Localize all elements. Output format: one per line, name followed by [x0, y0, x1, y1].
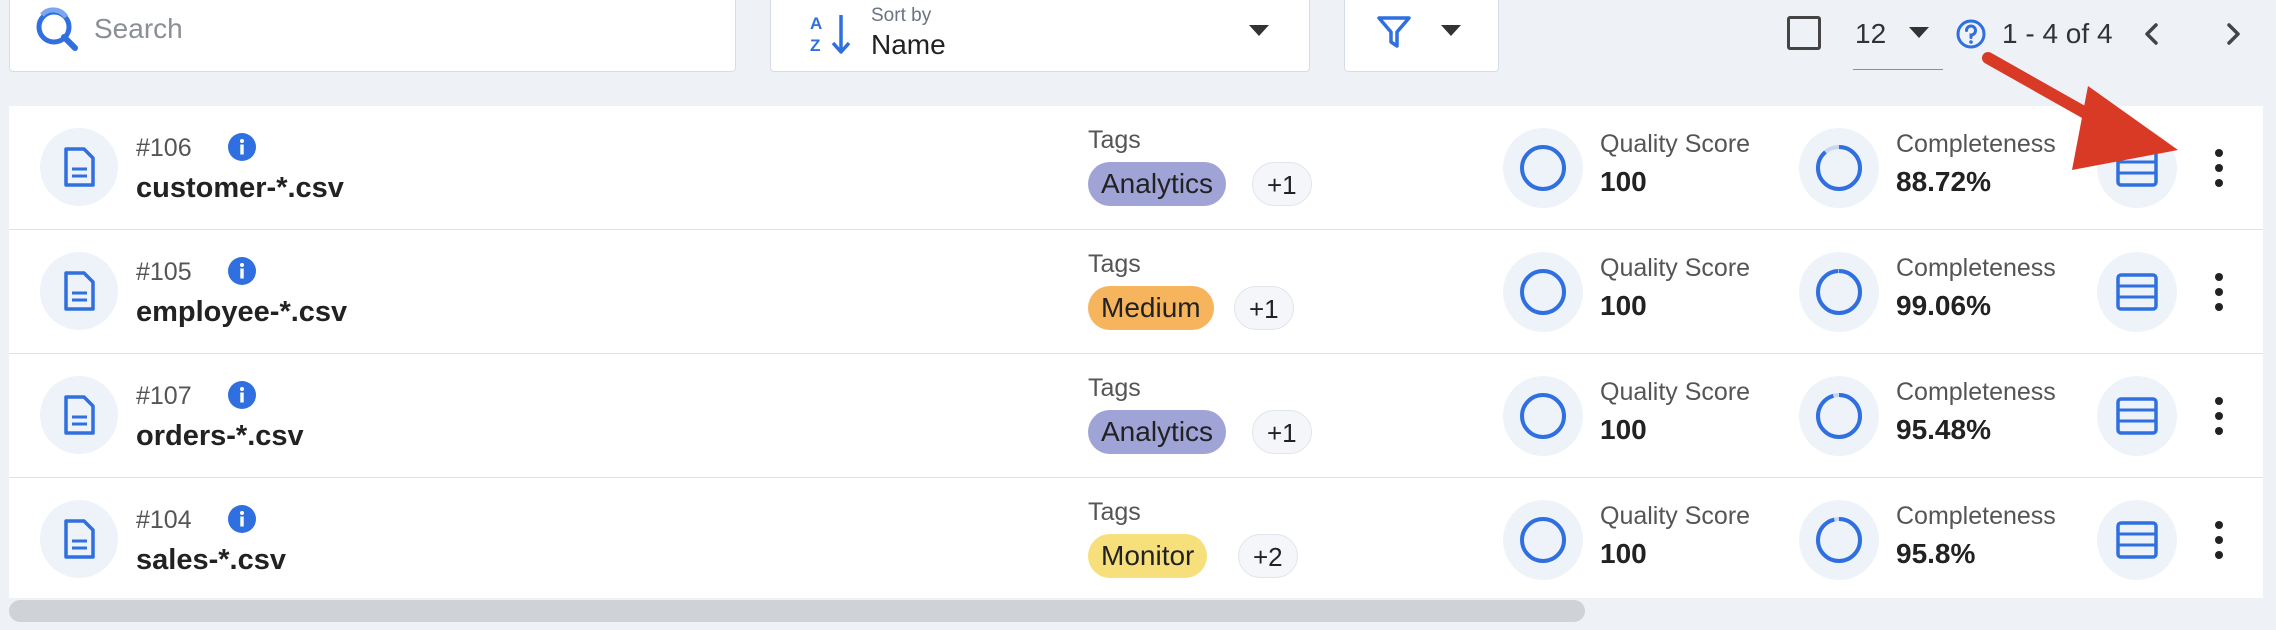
info-icon[interactable] [227, 256, 257, 286]
info-icon[interactable] [227, 504, 257, 534]
horizontal-scrollbar[interactable] [9, 600, 2263, 622]
pagination-range: 1 - 4 of 4 [2002, 18, 2113, 49]
completeness-ring-icon [1799, 376, 1879, 456]
container-id: #106 [136, 134, 192, 162]
completeness-label: Completeness [1896, 502, 2056, 530]
container-name[interactable]: sales-*.csv [136, 544, 286, 577]
search-logo-icon [36, 7, 78, 51]
completeness-value: 88.72% [1896, 166, 1991, 197]
more-options-icon[interactable] [2205, 146, 2233, 190]
quality-score-ring-icon [1503, 500, 1583, 580]
completeness-label: Completeness [1896, 378, 2056, 406]
sort-az-icon: A Z [810, 14, 851, 55]
quality-score-value: 100 [1600, 166, 1647, 197]
quality-score-label: Quality Score [1600, 502, 1751, 530]
filter-button[interactable] [1344, 0, 1499, 72]
tag-chip[interactable]: Monitor [1088, 534, 1208, 578]
quality-score-ring-icon [1503, 128, 1583, 208]
container-name[interactable]: employee-*.csv [136, 296, 347, 329]
per-page-value: 12 [1855, 18, 1887, 49]
tag-chip[interactable]: Medium [1088, 286, 1214, 330]
quality-score-label: Quality Score [1600, 378, 1751, 406]
more-options-icon[interactable] [2205, 518, 2233, 562]
svg-text:Z: Z [810, 36, 820, 55]
tag-chip[interactable]: Analytics [1088, 410, 1227, 454]
completeness-value: 95.8% [1896, 538, 1976, 569]
completeness-ring-icon [1799, 128, 1879, 208]
container-name[interactable]: customer-*.csv [136, 172, 344, 205]
search-input[interactable]: Search [9, 0, 736, 72]
file-icon [40, 376, 118, 454]
tag-chip[interactable]: Analytics [1088, 162, 1227, 206]
list-item[interactable]: #107 orders-*.csv Tags Analytics +1 Qual… [9, 354, 2263, 478]
more-tags-chip[interactable]: +2 [1238, 534, 1298, 578]
completeness-ring-icon [1799, 252, 1879, 332]
tags-label: Tags [1088, 498, 1141, 526]
quality-score-value: 100 [1600, 290, 1647, 321]
more-options-icon[interactable] [2205, 394, 2233, 438]
file-icon [40, 128, 118, 206]
filter-icon [1377, 16, 1411, 48]
sort-caption: Sort by [871, 5, 932, 26]
list-item[interactable]: #104 sales-*.csv Tags Monitor +2 Quality… [9, 478, 2263, 602]
annotation-arrow-icon [1982, 52, 2178, 170]
sort-caret-icon [1249, 25, 1269, 36]
help-icon[interactable] [1955, 18, 1987, 50]
completeness-label: Completeness [1896, 254, 2056, 282]
more-options-icon[interactable] [2205, 270, 2233, 314]
scrollbar-thumb[interactable] [9, 600, 1585, 622]
tags-label: Tags [1088, 126, 1141, 154]
completeness-ring-icon [1799, 500, 1879, 580]
quality-score-ring-icon [1503, 376, 1583, 456]
svg-text:A: A [810, 14, 822, 33]
list-item[interactable]: #106 customer-*.csv Tags Analytics +1 Qu… [9, 106, 2263, 230]
select-all-checkbox[interactable] [1787, 16, 1821, 50]
info-icon[interactable] [227, 132, 257, 162]
more-tags-chip[interactable]: +1 [1252, 410, 1312, 454]
container-id: #105 [136, 258, 192, 286]
per-page-caret-icon [1909, 27, 1929, 38]
container-list: #106 customer-*.csv Tags Analytics +1 Qu… [9, 106, 2263, 598]
quality-score-label: Quality Score [1600, 254, 1751, 282]
table-view-button[interactable] [2097, 376, 2177, 456]
per-page-select[interactable]: 12 [1853, 0, 1943, 70]
filter-caret-icon [1441, 25, 1461, 36]
next-page-button[interactable] [2213, 14, 2253, 54]
list-item[interactable]: #105 employee-*.csv Tags Medium +1 Quali… [9, 230, 2263, 354]
more-tags-chip[interactable]: +1 [1234, 286, 1294, 330]
completeness-value: 99.06% [1896, 290, 1991, 321]
quality-score-ring-icon [1503, 252, 1583, 332]
info-icon[interactable] [227, 380, 257, 410]
quality-score-value: 100 [1600, 414, 1647, 445]
more-tags-chip[interactable]: +1 [1252, 162, 1312, 206]
table-view-button[interactable] [2097, 500, 2177, 580]
file-icon [40, 252, 118, 330]
search-placeholder: Search [94, 13, 183, 44]
previous-page-button[interactable] [2132, 14, 2172, 54]
sort-dropdown[interactable]: A Z Sort by Name [770, 0, 1310, 72]
table-view-button[interactable] [2097, 252, 2177, 332]
completeness-value: 95.48% [1896, 414, 1991, 445]
tags-label: Tags [1088, 250, 1141, 278]
container-id: #107 [136, 382, 192, 410]
container-name[interactable]: orders-*.csv [136, 420, 304, 453]
file-icon [40, 500, 118, 578]
tags-label: Tags [1088, 374, 1141, 402]
container-id: #104 [136, 506, 192, 534]
sort-value: Name [871, 29, 946, 60]
quality-score-label: Quality Score [1600, 130, 1751, 158]
quality-score-value: 100 [1600, 538, 1647, 569]
